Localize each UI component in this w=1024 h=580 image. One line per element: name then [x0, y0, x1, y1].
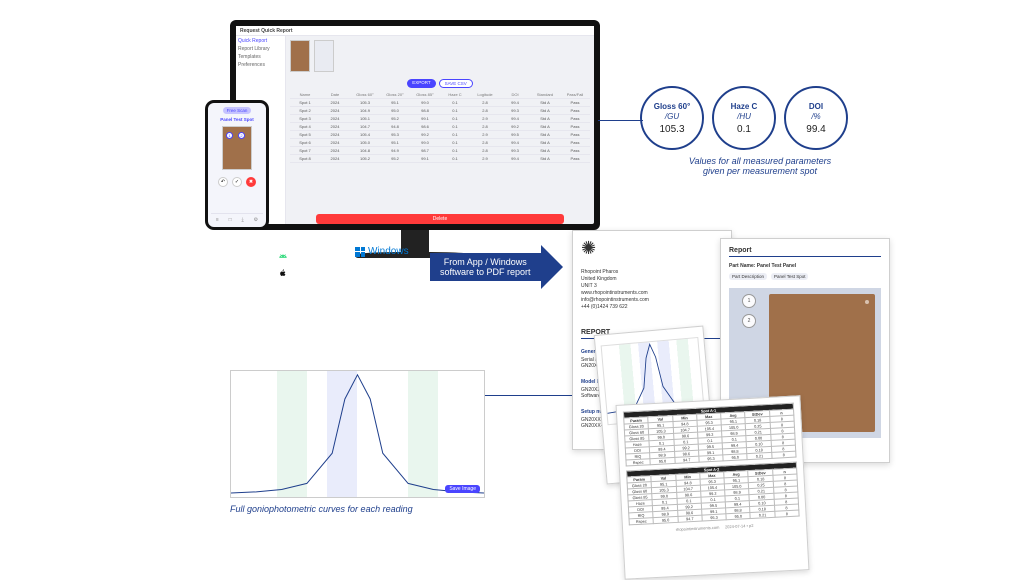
circle-doi: DOI /% 99.4: [784, 86, 848, 150]
table-row[interactable]: Spot 32024105.195.299.10.12.999.4Std APa…: [290, 115, 590, 123]
sample-preview-strip: [286, 36, 594, 76]
sidebar-item-templates[interactable]: Templates: [238, 54, 283, 61]
smartphone: Free Scan Panel Test Spot 1 2 ↶ ✓ ✖ ≡ □ …: [205, 100, 269, 230]
phone-nav-export-icon[interactable]: ⤓: [242, 217, 244, 223]
monitor-screen: Request Quick Report Quick Report Report…: [236, 26, 594, 224]
sidebar-item-quick-report[interactable]: Quick Report: [238, 38, 283, 45]
circle-caption: Values for all measured parameters given…: [660, 156, 860, 176]
goniophotometric-chart: Save Image: [230, 370, 485, 498]
windows-icon: [355, 247, 365, 257]
table-row[interactable]: Spot 82024105.295.299.10.12.999.4Std APa…: [290, 155, 590, 163]
company-logo-icon: ✺: [581, 239, 723, 257]
delete-button[interactable]: Delete: [316, 214, 564, 224]
phone-undo-button[interactable]: ↶: [218, 177, 228, 187]
phone-panel-preview[interactable]: 1 2: [222, 126, 252, 170]
windows-label: Windows: [355, 246, 409, 257]
phone-nav-settings-icon[interactable]: ⚙: [254, 217, 258, 223]
phone-spot-1[interactable]: 1: [226, 132, 233, 139]
sample-swatch-2[interactable]: [314, 40, 334, 72]
apple-icon: [278, 268, 288, 281]
flow-arrow: From App / Windows software to PDF repor…: [430, 245, 563, 289]
table-row[interactable]: Spot 42024104.794.898.60.12.899.2Std APa…: [290, 123, 590, 131]
phone-nav-menu-icon[interactable]: ≡: [216, 217, 219, 223]
table-row[interactable]: Spot 52024105.495.399.20.12.999.5Std APa…: [290, 131, 590, 139]
table-row[interactable]: Spot 22024104.995.098.80.12.899.3Std APa…: [290, 107, 590, 115]
mobile-platform-icons: [278, 252, 288, 281]
pdf-report-stack: ✺ Rhopoint PharosUnited KingdomUNIT 3www…: [560, 230, 890, 570]
export-button[interactable]: EXPORT: [407, 79, 435, 88]
results-table: NameDateGloss 60°Gloss 20°Gloss 85°Haze …: [286, 91, 594, 211]
phone-confirm-button[interactable]: ✓: [232, 177, 242, 187]
sidebar-item-preferences[interactable]: Preferences: [238, 62, 283, 69]
gonio-caption: Full goniophotometric curves for each re…: [230, 504, 485, 514]
phone-spot-2[interactable]: 2: [238, 132, 245, 139]
value-circles: Gloss 60° /GU 105.3 Haze C /HU 0.1 DOI /…: [640, 86, 848, 150]
report-page-table: Spot A-1ParamValMinMaxAvgStDevnGloss 209…: [616, 395, 810, 579]
sample-swatch-1[interactable]: [290, 40, 310, 72]
save-csv-button[interactable]: SAVE CSV: [439, 79, 473, 88]
phone-screen: Free Scan Panel Test Spot 1 2 ↶ ✓ ✖ ≡ □ …: [208, 103, 266, 227]
phone-mode-chip[interactable]: Free Scan: [223, 107, 252, 114]
save-image-button[interactable]: Save Image: [445, 485, 480, 493]
phone-delete-button[interactable]: ✖: [246, 177, 256, 187]
monitor-bezel: Request Quick Report Quick Report Report…: [230, 20, 600, 230]
phone-nav-panels-icon[interactable]: □: [229, 217, 232, 223]
phone-panel-title: Panel Test Spot: [219, 116, 254, 123]
app-title: Request Quick Report: [236, 26, 594, 36]
phone-navbar: ≡ □ ⤓ ⚙: [211, 213, 263, 223]
sidebar-item-library[interactable]: Report Library: [238, 46, 283, 53]
android-icon: [278, 252, 288, 265]
table-row[interactable]: Spot 62024105.095.199.00.12.899.4Std APa…: [290, 139, 590, 147]
circle-haze: Haze C /HU 0.1: [712, 86, 776, 150]
table-row[interactable]: Spot 72024104.894.998.70.12.899.3Std APa…: [290, 147, 590, 155]
connector-line-to-circles: [598, 120, 643, 121]
desktop-monitor: Request Quick Report Quick Report Report…: [230, 20, 600, 255]
table-row[interactable]: Spot 12024105.395.199.00.12.899.4Std APa…: [290, 99, 590, 107]
circle-gloss60: Gloss 60° /GU 105.3: [640, 86, 704, 150]
